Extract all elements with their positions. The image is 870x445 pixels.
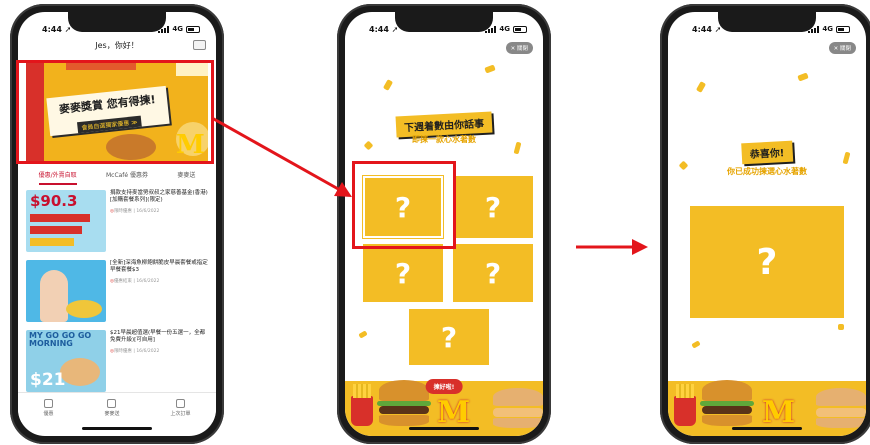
home-indicator bbox=[82, 427, 152, 430]
battery-icon bbox=[836, 25, 850, 33]
network-label: 4G bbox=[499, 25, 510, 33]
stage: 4:44 ➚ 4G Jes，你好！ M 麥麥獎賞 您有得揀! 會員自選獨家優惠 … bbox=[0, 0, 870, 445]
close-button[interactable]: ✕ 關閉 bbox=[505, 42, 533, 54]
battery-icon bbox=[186, 25, 200, 33]
card-highlight-box bbox=[352, 161, 456, 249]
home-indicator bbox=[409, 427, 479, 430]
banner-highlight-box bbox=[16, 60, 214, 164]
close-button[interactable]: ✕ 關閉 bbox=[828, 42, 856, 54]
arrow-head-icon bbox=[632, 239, 648, 255]
battery-icon bbox=[513, 25, 527, 33]
notch bbox=[68, 12, 166, 32]
status-time: 4:44 ➚ bbox=[369, 24, 399, 34]
flow-arrow-1 bbox=[211, 116, 341, 192]
network-label: 4G bbox=[822, 25, 833, 33]
confirm-button[interactable]: 揀好啦! bbox=[425, 379, 463, 394]
status-time: 4:44 ➚ bbox=[42, 24, 72, 34]
network-label: 4G bbox=[172, 25, 183, 33]
home-indicator bbox=[732, 427, 802, 430]
status-time: 4:44 ➚ bbox=[692, 24, 722, 34]
